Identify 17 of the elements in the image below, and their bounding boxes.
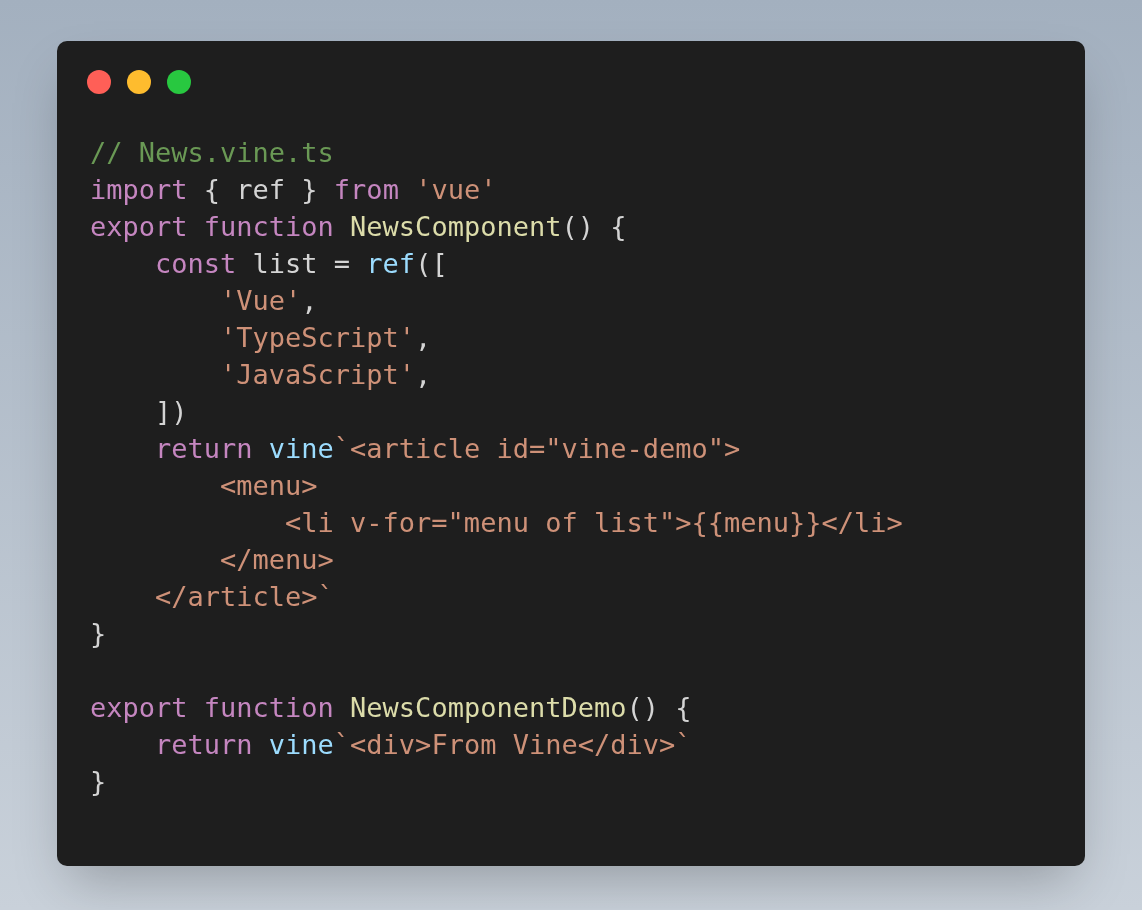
code-line: </article>` [154, 580, 334, 614]
code-line: export function NewsComponentDemo() { [90, 691, 692, 725]
code-line: export function NewsComponent() { [90, 210, 627, 244]
code-line: 'Vue', [219, 284, 318, 318]
code-line: </menu> [219, 543, 334, 577]
code-line: 'JavaScript', [219, 358, 432, 392]
code-line: } [90, 617, 107, 651]
code-line: 'TypeScript', [219, 321, 432, 355]
code-line: } [90, 765, 107, 799]
code-line: const list = ref([ [154, 247, 448, 281]
code-line: <menu> [219, 469, 318, 503]
code-line: ]) [154, 395, 188, 429]
code-line: return vine`<div>From Vine</div>` [154, 728, 692, 762]
code-line: // News.vine.ts [90, 136, 334, 170]
code-line: import { ref } from 'vue' [90, 173, 497, 207]
code-line: return vine`<article id="vine-demo"> [154, 432, 741, 466]
code-line: <li v-for="menu of list">{{menu}}</li> [284, 506, 903, 540]
